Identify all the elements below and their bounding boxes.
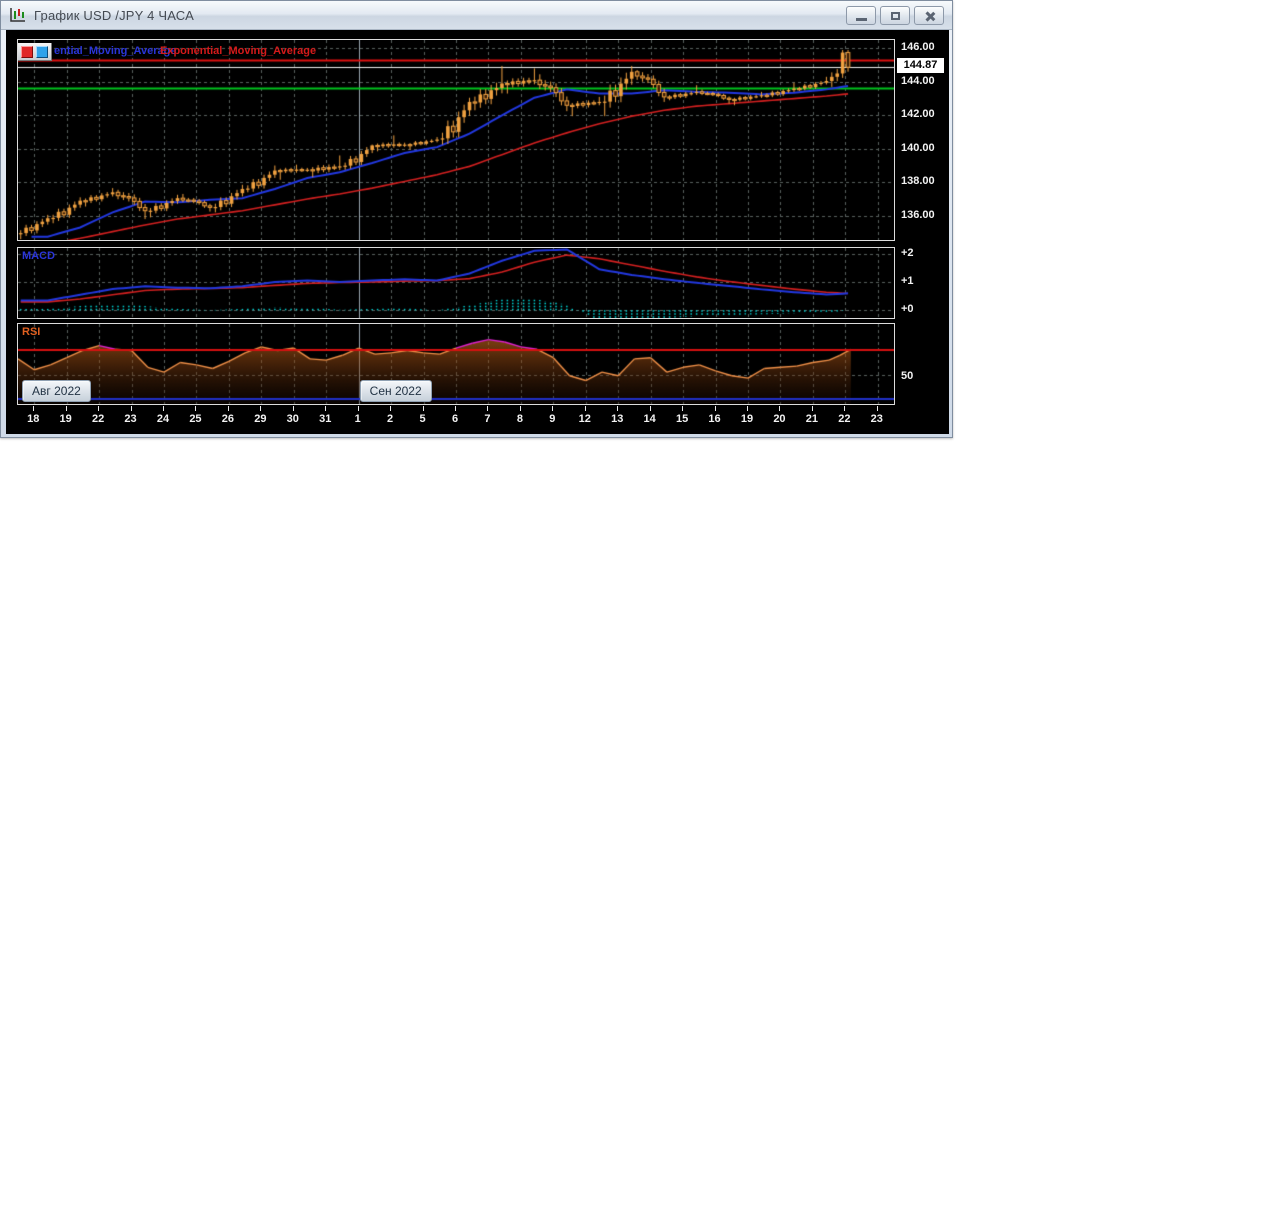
- date-tick-label: 1: [354, 413, 361, 425]
- date-tick: [325, 406, 327, 411]
- indicator-buttons: [18, 43, 52, 61]
- date-tick: [227, 406, 229, 411]
- date-tick: [260, 406, 262, 411]
- date-tick-label: 6: [451, 413, 459, 425]
- minimize-icon: [856, 18, 867, 21]
- date-tick-label: 23: [124, 413, 137, 425]
- date-tick: [584, 406, 586, 411]
- date-tick: [876, 406, 878, 411]
- date-tick: [714, 406, 716, 411]
- minimize-button[interactable]: [846, 6, 876, 25]
- date-tick-label: 8: [516, 413, 523, 425]
- price-tick-label: 144.00: [901, 74, 935, 87]
- date-tick-label: 29: [254, 413, 267, 425]
- month-button-aug[interactable]: Авг 2022: [22, 380, 91, 402]
- price-tick-label: 138.00: [901, 175, 935, 188]
- date-tick-label: 7: [484, 413, 491, 425]
- maximize-button[interactable]: [880, 6, 910, 25]
- date-tick: [844, 406, 846, 411]
- date-tick: [552, 406, 554, 411]
- date-tick: [195, 406, 197, 411]
- date-tick-label: 26: [221, 413, 234, 425]
- price-tick-label: 140.00: [901, 141, 935, 154]
- chart-client-area: ential_Moving_Average Exponential_Moving…: [6, 30, 949, 434]
- window-title: График USD /JPY 4 ЧАСА: [34, 7, 194, 23]
- macd-tick-label: +1: [901, 275, 914, 287]
- date-tick-label: 9: [549, 413, 556, 425]
- chart-app-icon: [9, 7, 27, 23]
- date-tick: [682, 406, 684, 411]
- date-tick: [33, 406, 35, 411]
- macd-tick-label: +0: [901, 303, 914, 316]
- date-tick-label: 12: [578, 413, 591, 425]
- price-panel: ential_Moving_Average Exponential_Moving…: [17, 39, 895, 241]
- ma-fast-legend: ential_Moving_Average: [54, 45, 177, 57]
- current-price-label: 144.87: [897, 58, 944, 74]
- date-tick-label: 23: [870, 413, 883, 425]
- macd-panel: MACD: [17, 247, 895, 319]
- date-tick-label: 13: [611, 413, 624, 425]
- date-tick-label: 30: [286, 413, 299, 425]
- date-tick: [649, 406, 651, 411]
- date-tick-label: 31: [319, 413, 332, 425]
- date-tick-label: 21: [805, 413, 818, 425]
- date-tick-label: 19: [59, 413, 72, 425]
- price-tick-label: 146.00: [901, 41, 935, 54]
- date-tick-label: 22: [91, 413, 105, 425]
- date-tick: [779, 406, 781, 411]
- date-tick: [455, 406, 456, 411]
- rsi-label: RSI: [22, 326, 41, 338]
- date-tick-label: 2: [387, 413, 394, 425]
- date-tick: [65, 406, 67, 411]
- rsi-panel: RSI Авг 2022 Сен 2022: [17, 323, 895, 405]
- date-tick-label: 16: [708, 413, 721, 425]
- rsi-tick-label: 50: [901, 369, 914, 382]
- title-bar[interactable]: График USD /JPY 4 ЧАСА: [1, 1, 952, 30]
- price-tick-label: 136.00: [901, 208, 935, 221]
- date-tick-label: 5: [419, 413, 426, 425]
- date-tick: [357, 406, 359, 411]
- date-tick: [292, 406, 294, 411]
- window-controls: [846, 6, 944, 25]
- macd-label: MACD: [22, 250, 55, 262]
- date-tick: [747, 406, 748, 411]
- date-tick-label: 24: [156, 413, 170, 425]
- month-button-sep[interactable]: Сен 2022: [359, 380, 432, 402]
- macd-chart-canvas[interactable]: [18, 248, 894, 318]
- maximize-icon: [891, 12, 900, 20]
- date-tick: [163, 406, 164, 411]
- date-tick-label: 18: [27, 413, 40, 425]
- ma-blue-toggle-button[interactable]: [36, 45, 48, 58]
- date-tick: [487, 406, 489, 411]
- date-tick: [519, 406, 521, 411]
- date-tick: [130, 406, 132, 411]
- date-tick-label: 22: [838, 413, 851, 425]
- date-tick-label: 20: [773, 413, 786, 425]
- close-button[interactable]: [914, 6, 944, 25]
- rsi-chart-canvas[interactable]: [18, 324, 894, 404]
- date-tick-label: 19: [740, 413, 754, 425]
- chart-window: График USD /JPY 4 ЧАСА ential_Moving_Ave…: [0, 0, 953, 438]
- date-tick-label: 15: [675, 413, 689, 425]
- macd-tick-label: +2: [901, 246, 914, 259]
- ma-red-toggle-button[interactable]: [21, 45, 33, 58]
- date-tick: [811, 406, 813, 411]
- date-tick-label: 14: [643, 413, 656, 425]
- date-tick: [390, 406, 392, 411]
- date-tick: [617, 406, 619, 411]
- price-tick-label: 142.00: [901, 108, 935, 121]
- date-tick: [422, 406, 424, 411]
- date-tick-label: 25: [189, 413, 202, 425]
- date-tick: [98, 406, 100, 411]
- ma-slow-legend: Exponential_Moving_Average: [160, 45, 317, 57]
- price-chart-canvas[interactable]: [18, 40, 894, 240]
